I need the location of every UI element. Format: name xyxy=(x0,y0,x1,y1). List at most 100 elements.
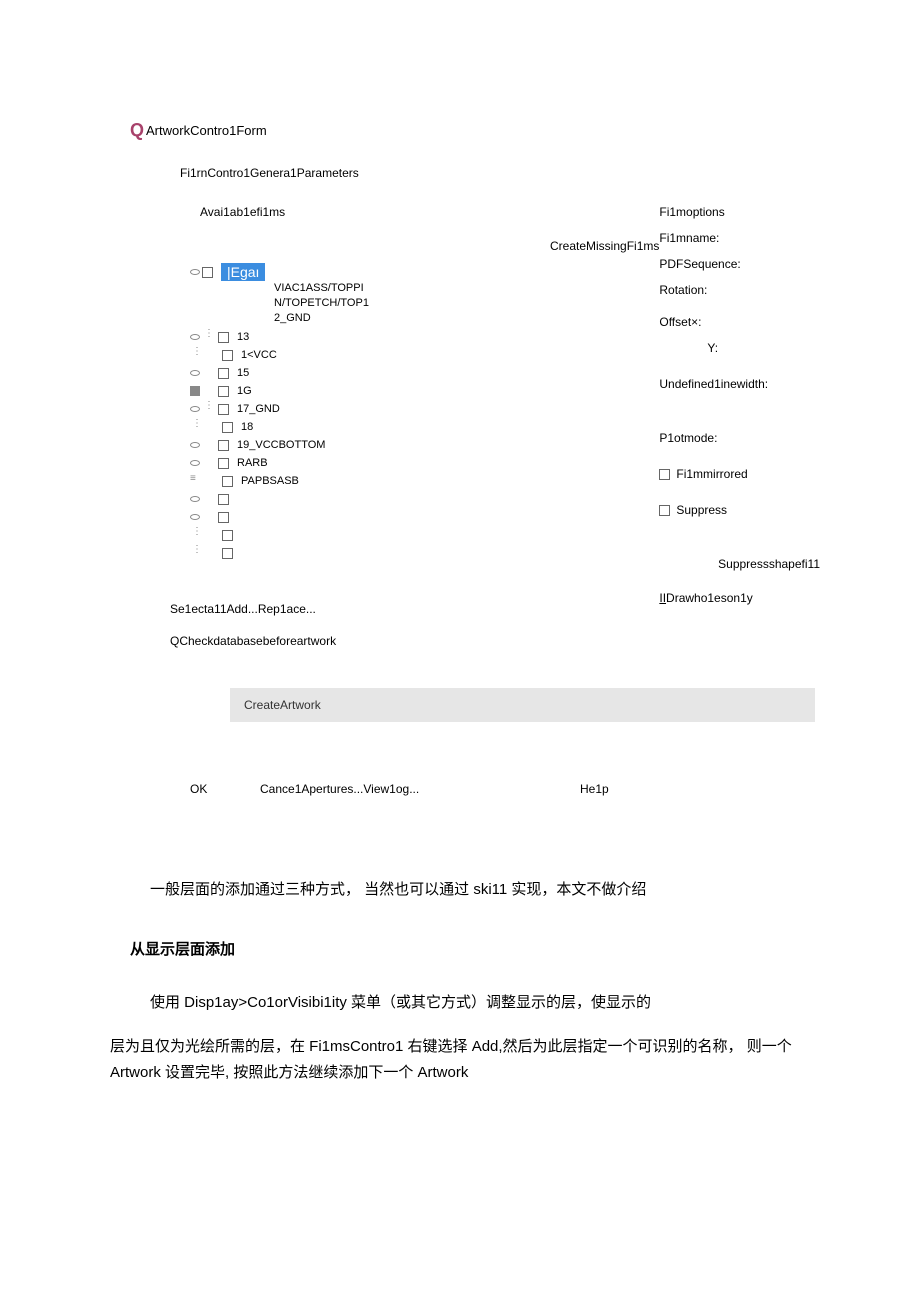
tree-item-label: 1G xyxy=(237,385,252,398)
main-area: Avai1ab1efi1ms CreateMissingFi1ms |Egaı … xyxy=(130,205,820,648)
spacer xyxy=(202,458,216,468)
select-all-add-replace[interactable]: Se1ecta11Add...Rep1ace... xyxy=(170,602,659,616)
dialog-buttons: OK Cance1Apertures...View1og... He1p xyxy=(190,782,820,796)
checkbox-icon[interactable] xyxy=(218,332,229,343)
spacer xyxy=(206,476,220,486)
checkbox-icon[interactable] xyxy=(659,469,670,480)
tree-item[interactable]: RARB xyxy=(190,454,659,472)
spacer xyxy=(202,368,216,378)
available-films-label: Avai1ab1efi1ms xyxy=(200,205,659,219)
tree-item[interactable] xyxy=(190,526,659,544)
spacer xyxy=(202,440,216,450)
check-database-option[interactable]: QCheckdatabasebeforeartwork xyxy=(170,634,659,648)
tree-item-top[interactable]: |Egaı xyxy=(190,263,659,281)
filled-icon[interactable] xyxy=(190,386,200,396)
pdf-sequence-label: PDFSequence: xyxy=(659,257,820,271)
create-missing-button[interactable]: CreateMissingFi1ms xyxy=(550,239,659,253)
help-button[interactable]: He1p xyxy=(580,782,609,796)
suppress-label: Suppress xyxy=(676,503,727,517)
checkbox-icon[interactable] xyxy=(659,505,670,516)
dots-icon xyxy=(190,530,204,540)
films-tree[interactable]: |Egaı VIAC1ASS/TOPPI N/TOPETCH/TOP1 2_GN… xyxy=(190,263,659,562)
q-icon: Q xyxy=(130,120,144,141)
film-mirrored-label: Fi1mmirrored xyxy=(676,467,747,481)
create-artwork-button[interactable]: CreateArtwork xyxy=(230,688,815,722)
spacer xyxy=(206,548,220,558)
doc-paragraph-3: 层为且仅为光绘所需的层，在 Fi1msContro1 右键选择 Add,然后为此… xyxy=(110,1034,820,1085)
rotation-label: Rotation: xyxy=(659,283,820,297)
expand-icon[interactable] xyxy=(190,442,200,448)
expand-icon[interactable] xyxy=(190,334,200,340)
spacer xyxy=(206,422,220,432)
tree-sub-line: VIAC1ASS/TOPPI xyxy=(274,281,659,296)
expand-icon[interactable] xyxy=(190,406,200,412)
dots-icon xyxy=(190,548,204,558)
tree-item[interactable]: 1G xyxy=(190,382,659,400)
tree-highlight-label[interactable]: |Egaı xyxy=(221,263,265,281)
expand-icon[interactable] xyxy=(190,496,200,502)
checkbox-icon[interactable] xyxy=(222,548,233,559)
tree-item-label: 19_VCCBOTTOM xyxy=(237,439,325,452)
checkbox-icon[interactable] xyxy=(222,422,233,433)
expand-icon[interactable] xyxy=(190,370,200,376)
tree-subitem: VIAC1ASS/TOPPI N/TOPETCH/TOP1 2_GND xyxy=(274,281,659,326)
tree-sub-line: N/TOPETCH/TOP1 xyxy=(274,296,659,311)
tree-item-label: PAPBSASB xyxy=(241,475,299,488)
expand-icon[interactable] xyxy=(190,269,200,275)
expand-icon[interactable] xyxy=(190,514,200,520)
tree-item[interactable] xyxy=(190,490,659,508)
checkbox-icon[interactable] xyxy=(222,530,233,541)
checkbox-icon[interactable] xyxy=(202,267,213,278)
plot-mode-label: P1otmode: xyxy=(659,431,820,445)
checkbox-icon[interactable] xyxy=(218,440,229,451)
undefined-linewidth-label: Undefined1inewidth: xyxy=(659,377,820,391)
offset-y-label: Y: xyxy=(707,341,820,355)
dialog-title: ArtworkContro1Form xyxy=(146,123,267,138)
checkbox-icon[interactable] xyxy=(218,368,229,379)
tree-item-label: 15 xyxy=(237,367,249,380)
tree-item-label: RARB xyxy=(237,457,268,470)
offset-x-label: Offset×: xyxy=(659,315,820,329)
tree-item[interactable] xyxy=(190,544,659,562)
tree-item[interactable]: 13 xyxy=(190,328,659,346)
cancel-apertures-viewlog[interactable]: Cance1Apertures...View1og... xyxy=(260,782,580,796)
tree-item-label: 13 xyxy=(237,331,249,344)
drawhole-label: Drawho1eson1y xyxy=(666,591,753,605)
dots-icon xyxy=(202,332,216,342)
checkbox-icon[interactable] xyxy=(218,512,229,523)
checkbox-icon[interactable] xyxy=(218,386,229,397)
tree-item-label: 18 xyxy=(241,421,253,434)
checkbox-icon[interactable] xyxy=(218,404,229,415)
tree-item[interactable] xyxy=(190,508,659,526)
dots-icon xyxy=(190,422,204,432)
spacer xyxy=(202,494,216,504)
expand-icon[interactable] xyxy=(190,460,200,466)
tree-item[interactable]: 15 xyxy=(190,364,659,382)
suppress-shape-fill[interactable]: Suppressshapefi11 xyxy=(659,557,820,571)
tree-item-label: 17_GND xyxy=(237,403,280,416)
film-options-header: Fi1moptions xyxy=(659,205,820,219)
checkbox-icon[interactable] xyxy=(222,350,233,361)
tree-item[interactable]: 17_GND xyxy=(190,400,659,418)
tree-item[interactable]: 18 xyxy=(190,418,659,436)
film-mirrored-checkbox[interactable]: Fi1mmirrored xyxy=(659,467,820,481)
doc-paragraph-2: 使用 Disp1ay>Co1orVisibi1ity 菜单（或其它方式）调整显示… xyxy=(150,989,820,1016)
tabs-label[interactable]: Fi1rnContro1Genera1Parameters xyxy=(180,166,820,180)
dots-icon xyxy=(190,350,204,360)
draw-holes-only[interactable]: IIDrawho1eson1y xyxy=(659,591,820,605)
checkbox-icon[interactable] xyxy=(218,458,229,469)
spacer xyxy=(206,530,220,540)
film-options-panel: Fi1moptions Fi1mname: PDFSequence: Rotat… xyxy=(659,205,820,648)
tree-item[interactable]: PAPBSASB xyxy=(190,472,659,490)
doc-heading: 从显示层面添加 xyxy=(130,938,820,959)
checkbox-icon[interactable] xyxy=(222,476,233,487)
checkbox-icon[interactable] xyxy=(218,494,229,505)
bars-icon xyxy=(190,476,204,486)
dots-icon xyxy=(202,404,216,414)
tree-item[interactable]: 1<VCC xyxy=(190,346,659,364)
spacer xyxy=(202,386,216,396)
ok-button[interactable]: OK xyxy=(190,782,260,796)
suppress-checkbox[interactable]: Suppress xyxy=(659,503,820,517)
tree-item[interactable]: 19_VCCBOTTOM xyxy=(190,436,659,454)
tree-sub-line: 2_GND xyxy=(274,311,659,326)
